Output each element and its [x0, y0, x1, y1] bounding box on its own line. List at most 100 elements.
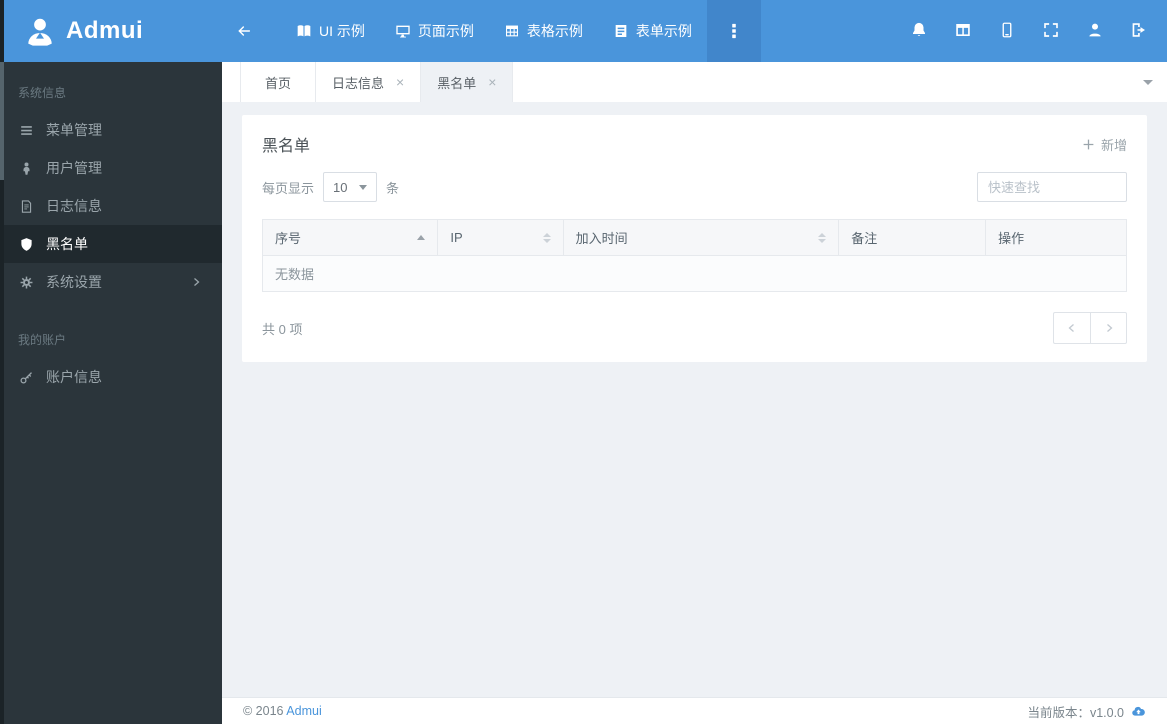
user-icon — [1086, 21, 1104, 42]
mobile-button[interactable] — [985, 0, 1029, 62]
page-size-value: 10 — [333, 179, 348, 195]
page-size-suffix: 条 — [386, 180, 400, 196]
empty-text: 无数据 — [262, 255, 1127, 292]
table-row-empty: 无数据 — [262, 255, 1127, 292]
sidebar-section-label: 我的账户 — [18, 333, 67, 347]
bars-icon — [18, 123, 35, 138]
page-size-prefix: 每页显示 — [262, 180, 315, 196]
tablet-icon — [998, 21, 1016, 42]
brand-logo[interactable]: Admui — [0, 0, 222, 62]
shield-icon — [18, 237, 35, 252]
brand-name: Admui — [66, 17, 144, 44]
form-list-icon — [613, 23, 629, 39]
left-scrollbar-track[interactable] — [0, 0, 4, 724]
file-text-icon — [18, 199, 35, 214]
caret-down-icon — [359, 184, 368, 190]
prev-page-button[interactable] — [1053, 312, 1090, 344]
sidebar-item-label: 黑名单 — [46, 236, 88, 252]
layout-columns-icon — [954, 21, 972, 42]
add-button[interactable]: 新增 — [1082, 135, 1127, 154]
nav-item-page-demo[interactable]: 页面示例 — [380, 0, 489, 62]
fullscreen-button[interactable] — [1029, 0, 1073, 62]
top-nav: UI 示例 页面示例 表格示例 表单示例 — [222, 0, 1167, 62]
column-header-seq[interactable]: 序号 — [262, 219, 439, 256]
monitor-icon — [395, 23, 411, 39]
tab-list-dropdown-caret-icon[interactable] — [1143, 80, 1153, 85]
nav-item-ui-demo[interactable]: UI 示例 — [281, 0, 380, 62]
sidebar-item-account-info[interactable]: 账户信息 — [0, 358, 222, 396]
plus-icon — [1083, 139, 1094, 149]
sort-icon — [818, 232, 827, 243]
cloud-upload-icon[interactable] — [1131, 704, 1146, 719]
sidebar-item-label: 菜单管理 — [46, 122, 102, 138]
column-header-ip[interactable]: IP — [437, 219, 564, 256]
notifications-button[interactable] — [897, 0, 941, 62]
total-count: 共 0 项 — [262, 321, 303, 337]
nav-more-button[interactable] — [706, 0, 761, 62]
sidebar-item-user-management[interactable]: 用户管理 — [0, 149, 222, 187]
column-header-actions: 操作 — [985, 219, 1127, 256]
left-scrollbar-thumb[interactable] — [0, 62, 4, 180]
sort-asc-icon — [417, 235, 426, 240]
column-header-join-time[interactable]: 加入时间 — [563, 219, 840, 256]
fullscreen-icon — [1042, 21, 1060, 42]
column-header-remark[interactable]: 备注 — [838, 219, 987, 256]
tab-label: 黑名单 — [437, 75, 477, 91]
sidebar-item-menu-management[interactable]: 菜单管理 — [0, 111, 222, 149]
page-size-control: 每页显示 10 条 — [262, 172, 399, 202]
sort-icon — [542, 232, 551, 243]
sidebar-section-label: 系统信息 — [18, 86, 67, 100]
nav-item-form-demo[interactable]: 表单示例 — [598, 0, 707, 62]
chevron-right-icon — [1106, 324, 1112, 332]
blacklist-table: 序号 IP 加入时间 备注 操作 无数据 — [262, 219, 1127, 292]
more-dots-icon — [726, 23, 742, 39]
sidebar-collapse-button[interactable] — [222, 0, 273, 62]
tab-bar: 首页 日志信息 × 黑名单 × — [222, 62, 1167, 102]
sidebar-item-blacklist[interactable]: 黑名单 — [0, 225, 222, 263]
sidebar-item-label: 用户管理 — [46, 160, 102, 176]
page-footer: © 2016 Admui 当前版本：v1.0.0 — [222, 697, 1167, 724]
search-input[interactable] — [977, 172, 1127, 202]
admui-person-logo-icon — [24, 15, 56, 47]
tab-label: 首页 — [265, 75, 292, 91]
page-title: 黑名单 — [262, 138, 311, 155]
key-icon — [18, 370, 35, 385]
nav-item-label: 表格示例 — [526, 23, 583, 39]
chevron-left-icon — [1068, 324, 1074, 332]
gear-icon — [18, 275, 35, 290]
blacklist-card: 黑名单 新增 每页显示 10 条 快速查找 序号 IP 加入时间 备注 操作 无… — [242, 115, 1147, 362]
logout-button[interactable] — [1117, 0, 1161, 62]
sidebar-item-log-info[interactable]: 日志信息 — [0, 187, 222, 225]
tab-home[interactable]: 首页 — [240, 62, 317, 102]
add-button-label: 新增 — [1100, 137, 1127, 153]
user-button[interactable] — [1073, 0, 1117, 62]
nav-item-label: 页面示例 — [417, 23, 474, 39]
sidebar-item-system-settings[interactable]: 系统设置 — [0, 263, 222, 301]
version-info: 当前版本：v1.0.0 — [1027, 702, 1146, 721]
next-page-button[interactable] — [1090, 312, 1127, 344]
sidebar-item-label: 系统设置 — [46, 274, 102, 290]
top-header: Admui UI 示例 页面示例 表格示例 表单示例 — [0, 0, 1167, 62]
layout-button[interactable] — [941, 0, 985, 62]
sign-out-icon — [1130, 21, 1148, 42]
person-icon — [18, 161, 35, 176]
close-icon[interactable]: × — [396, 75, 404, 89]
header-spacer — [761, 0, 897, 62]
tab-label: 日志信息 — [332, 75, 385, 91]
content-area: 黑名单 新增 每页显示 10 条 快速查找 序号 IP 加入时间 备注 操作 无… — [222, 102, 1167, 697]
close-icon[interactable]: × — [488, 75, 496, 89]
nav-item-table-demo[interactable]: 表格示例 — [489, 0, 598, 62]
header-right-icons — [897, 0, 1167, 62]
tab-log-info[interactable]: 日志信息 × — [316, 62, 422, 102]
tab-blacklist[interactable]: 黑名单 × — [421, 62, 514, 102]
book-icon — [296, 23, 312, 39]
bell-icon — [910, 21, 928, 42]
sidebar-item-label: 日志信息 — [46, 198, 102, 214]
table-grid-icon — [504, 23, 520, 39]
page-size-select[interactable]: 10 — [323, 172, 378, 202]
copyright-text: © 2016 — [243, 704, 284, 718]
pagination — [1053, 312, 1127, 344]
brand-footer-link[interactable]: Admui — [286, 704, 321, 718]
arrow-left-icon — [236, 23, 252, 39]
chevron-right-icon — [187, 276, 204, 288]
